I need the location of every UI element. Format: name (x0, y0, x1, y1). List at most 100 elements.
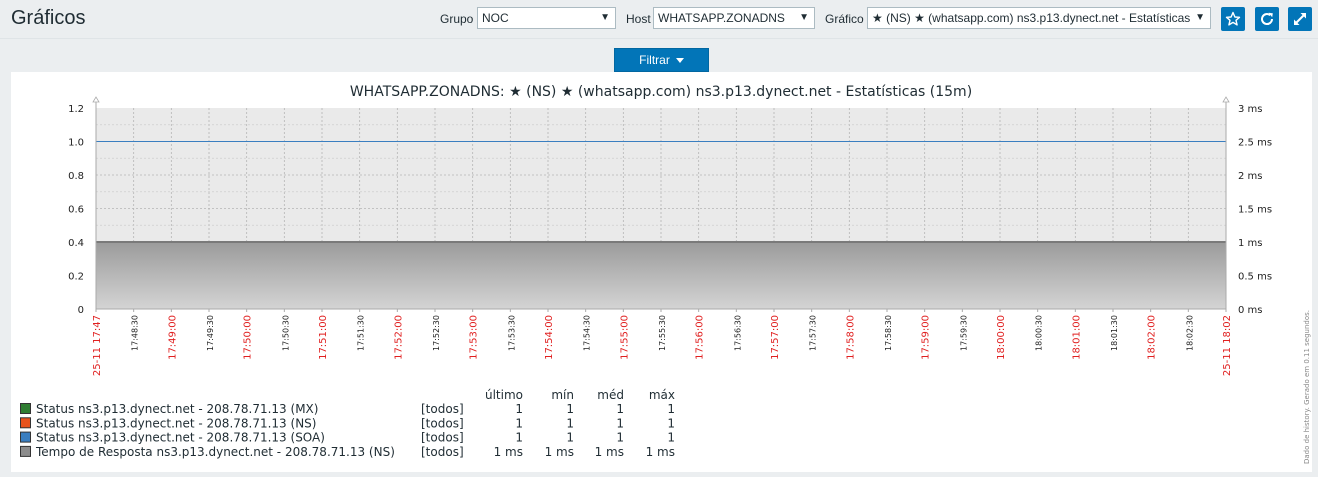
graph-label: Gráfico (825, 12, 864, 26)
header-bar: Gráficos Grupo NOC ▼ Host WHATSAPP.ZONAD… (0, 0, 1318, 39)
x-tick-label: 17:58:00 (845, 315, 856, 360)
graph-chart: WHATSAPP.ZONADNS: ★ (NS) ★ (whatsapp.com… (20, 84, 1311, 464)
y-tick-label-left: 0.2 (68, 272, 84, 283)
x-tick-label: 17:59:30 (959, 315, 968, 351)
legend-item-function: [todos] (421, 431, 464, 445)
x-tick-label: 17:50:00 (243, 315, 254, 360)
y-tick-label-right: 2 ms (1238, 171, 1263, 182)
x-tick-label: 25-11 18:02 (1222, 315, 1233, 376)
x-tick-label: 18:01:30 (1110, 315, 1119, 351)
refresh-icon (1261, 12, 1274, 25)
y-tick-label-left: 1.2 (68, 104, 84, 115)
legend-swatch (20, 431, 31, 443)
filter-toggle-button[interactable]: Filtrar (614, 48, 709, 72)
x-tick-label: 17:58:30 (884, 315, 893, 351)
legend-item-value: 1 ms (646, 445, 675, 459)
x-tick-label: 17:52:30 (432, 315, 441, 351)
fullscreen-icon (1294, 13, 1306, 25)
x-tick-label: 17:57:30 (809, 315, 818, 351)
legend-item-name: Tempo de Resposta ns3.p13.dynect.net - 2… (35, 445, 395, 459)
legend-swatch (20, 445, 31, 457)
legend-item-value: 1 (667, 431, 675, 445)
x-tick-label: 17:56:30 (733, 315, 742, 351)
x-tick-label: 25-11 17:47 (92, 315, 103, 376)
legend-item-value: 1 ms (545, 445, 574, 459)
legend-item-value: 1 (667, 402, 675, 416)
legend-item-value: 1 (616, 402, 624, 416)
legend-header: máx (649, 388, 675, 402)
x-tick-label: 17:59:00 (921, 315, 932, 360)
legend-item-function: [todos] (421, 445, 464, 459)
host-select[interactable]: WHATSAPP.ZONADNS ▼ (653, 7, 815, 29)
chevron-down-icon: ▼ (1195, 12, 1205, 23)
y-tick-label-right: 0 ms (1238, 305, 1263, 316)
legend-item-value: 1 ms (595, 445, 624, 459)
x-tick-label: 17:49:00 (167, 315, 178, 360)
graph-select[interactable]: ★ (NS) ★ (whatsapp.com) ns3.p13.dynect.n… (867, 7, 1211, 29)
legend-item-function: [todos] (421, 402, 464, 416)
host-select-value: WHATSAPP.ZONADNS (658, 11, 785, 25)
favorite-button[interactable] (1221, 7, 1245, 31)
x-tick-label: 17:54:30 (583, 315, 592, 351)
legend-header: méd (597, 388, 624, 402)
x-tick-label: 18:02:30 (1185, 315, 1194, 351)
series-area-response-time (96, 242, 1226, 309)
legend-item-value: 1 (515, 402, 523, 416)
legend-item-value: 1 (515, 431, 523, 445)
x-tick-label: 18:02:00 (1147, 315, 1158, 360)
legend-item-name: Status ns3.p13.dynect.net - 208.78.71.13… (36, 416, 316, 430)
legend-item-function: [todos] (421, 416, 464, 430)
legend-header: mín (551, 388, 574, 402)
legend-item-value: 1 (566, 431, 574, 445)
x-tick-label: 17:54:00 (544, 315, 555, 360)
legend-item-value: 1 (616, 431, 624, 445)
x-tick-label: 17:53:00 (469, 315, 480, 360)
legend-item-value: 1 ms (494, 445, 523, 459)
legend-item-value: 1 (566, 402, 574, 416)
legend-swatch (20, 403, 31, 414)
fullscreen-button[interactable] (1288, 7, 1312, 31)
caret-down-icon (675, 58, 684, 64)
x-tick-label: 17:50:30 (281, 315, 290, 351)
y-tick-label-right: 1 ms (1238, 238, 1263, 249)
y-tick-label-right: 1.5 ms (1238, 205, 1272, 216)
y-tick-label-left: 1.0 (68, 138, 84, 149)
graph-title: WHATSAPP.ZONADNS: ★ (NS) ★ (whatsapp.com… (350, 84, 972, 100)
legend-item-value: 1 (616, 416, 624, 430)
x-tick-label: 18:01:00 (1071, 315, 1082, 360)
y-axis-left: 0 0.2 0.4 0.6 0.8 1.0 1.2 (68, 104, 84, 316)
axis-arrow-icon (92, 96, 100, 103)
filter-button-label: Filtrar (639, 53, 670, 67)
y-tick-label-left: 0.4 (68, 238, 84, 249)
refresh-button[interactable] (1255, 7, 1279, 31)
x-tick-label: 17:51:00 (318, 315, 329, 360)
graph-select-value: ★ (NS) ★ (whatsapp.com) ns3.p13.dynect.n… (872, 11, 1191, 25)
x-tick-label: 18:00:00 (996, 315, 1007, 360)
group-select[interactable]: NOC ▼ (477, 7, 616, 29)
host-label: Host (626, 12, 651, 26)
axis-arrow-icon (1222, 96, 1230, 103)
y-tick-label-left: 0.6 (68, 205, 84, 216)
x-tick-label: 17:48:30 (131, 315, 140, 351)
chevron-down-icon: ▼ (600, 12, 610, 23)
legend-item-value: 1 (566, 416, 574, 430)
y-tick-label-left: 0.8 (68, 171, 84, 182)
graph-footer-note: Dado de history. Gerado em 0.11 segundos… (1303, 310, 1311, 464)
x-tick-label: 17:51:30 (357, 315, 366, 351)
y-tick-label-right: 0.5 ms (1238, 272, 1272, 283)
legend-item-name: Status ns3.p13.dynect.net - 208.78.71.13… (36, 431, 325, 445)
x-tick-label: 17:55:00 (619, 315, 630, 360)
x-tick-label: 17:57:00 (770, 315, 781, 360)
page-title: Gráficos (11, 7, 86, 29)
legend-header: último (485, 388, 523, 402)
x-tick-label: 17:49:30 (206, 315, 215, 351)
group-select-value: NOC (482, 11, 509, 25)
x-tick-label: 17:52:00 (393, 315, 404, 360)
graph-panel: WHATSAPP.ZONADNS: ★ (NS) ★ (whatsapp.com… (11, 72, 1312, 472)
y-tick-label-right: 3 ms (1238, 104, 1263, 115)
legend: último mín méd máx Status ns3.p13.dynect.net… (20, 388, 675, 459)
y-tick-label-left: 0 (78, 305, 84, 316)
x-tick-label: 17:56:00 (695, 315, 706, 360)
x-axis: 25-11 17:47 17:48:30 17:49:00 17:49:30 17:50… (92, 309, 1233, 376)
legend-swatch (20, 417, 31, 429)
